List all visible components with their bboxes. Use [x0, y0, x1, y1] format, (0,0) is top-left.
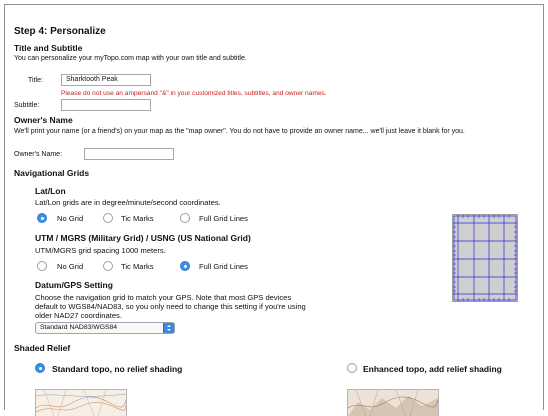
owner-label: Owner's Name:: [14, 151, 63, 158]
grid-lines-icon: [453, 215, 517, 301]
shaded-topo-map-icon: [348, 390, 438, 416]
grid-preview-image: [452, 214, 518, 302]
standard-topo-preview: [35, 389, 127, 416]
datum-heading: Datum/GPS Setting: [35, 280, 113, 290]
personalize-panel: [4, 4, 544, 410]
datum-description-line1: Choose the navigation grid to match your…: [35, 293, 292, 302]
latlon-option-tic-marks: Tic Marks: [121, 214, 154, 223]
step-title: Step 4: Personalize: [14, 26, 106, 37]
latlon-description: Lat/Lon grids are in degree/minute/secon…: [35, 198, 221, 207]
owner-input[interactable]: [84, 148, 174, 160]
relief-option-enhanced: Enhanced topo, add relief shading: [363, 364, 502, 374]
title-section-heading: Title and Subtitle: [14, 43, 83, 53]
nav-grids-heading: Navigational Grids: [14, 168, 90, 178]
subtitle-label: Subtitle:: [14, 102, 40, 109]
latlon-radio-no-grid[interactable]: [37, 213, 47, 223]
subtitle-input[interactable]: [61, 99, 151, 111]
utm-option-tic-marks: Tic Marks: [121, 262, 154, 271]
topo-map-icon: [36, 390, 126, 416]
owner-section-heading: Owner's Name: [14, 115, 73, 125]
latlon-option-no-grid: No Grid: [57, 214, 84, 223]
datum-select[interactable]: Standard NAD83/WGS84: [35, 322, 175, 334]
utm-radio-full-grid-lines[interactable]: [180, 261, 190, 271]
datum-description-line2: default to WGS84/NAD83, so you only need…: [35, 302, 306, 311]
shaded-relief-heading: Shaded Relief: [14, 343, 71, 353]
utm-radio-tic-marks[interactable]: [103, 261, 113, 271]
latlon-heading: Lat/Lon: [35, 186, 66, 196]
datum-description-line3: older NAD27 coordinates.: [35, 311, 122, 320]
relief-radio-standard[interactable]: [35, 363, 45, 373]
ampersand-warning: Please do not use an ampersand "&" in yo…: [61, 90, 327, 97]
owner-section-description: We'll print your name (or a friend's) on…: [14, 128, 465, 135]
enhanced-topo-preview: [347, 389, 439, 416]
title-section-description: You can personalize your myTopo.com map …: [14, 55, 247, 62]
utm-description: UTM/MGRS grid spacing 1000 meters.: [35, 246, 166, 255]
relief-option-standard: Standard topo, no relief shading: [52, 364, 183, 374]
title-input[interactable]: Sharktooth Peak: [61, 74, 151, 86]
utm-radio-no-grid[interactable]: [37, 261, 47, 271]
title-label: Title:: [28, 77, 43, 84]
latlon-option-full-grid-lines: Full Grid Lines: [199, 214, 248, 223]
utm-heading: UTM / MGRS (Military Grid) / USNG (US Na…: [35, 233, 251, 243]
select-arrows-icon: [163, 323, 174, 333]
latlon-radio-full-grid-lines[interactable]: [180, 213, 190, 223]
latlon-radio-tic-marks[interactable]: [103, 213, 113, 223]
datum-select-value: Standard NAD83/WGS84: [40, 324, 118, 331]
utm-option-full-grid-lines: Full Grid Lines: [199, 262, 248, 271]
relief-radio-enhanced[interactable]: [347, 363, 357, 373]
utm-option-no-grid: No Grid: [57, 262, 84, 271]
